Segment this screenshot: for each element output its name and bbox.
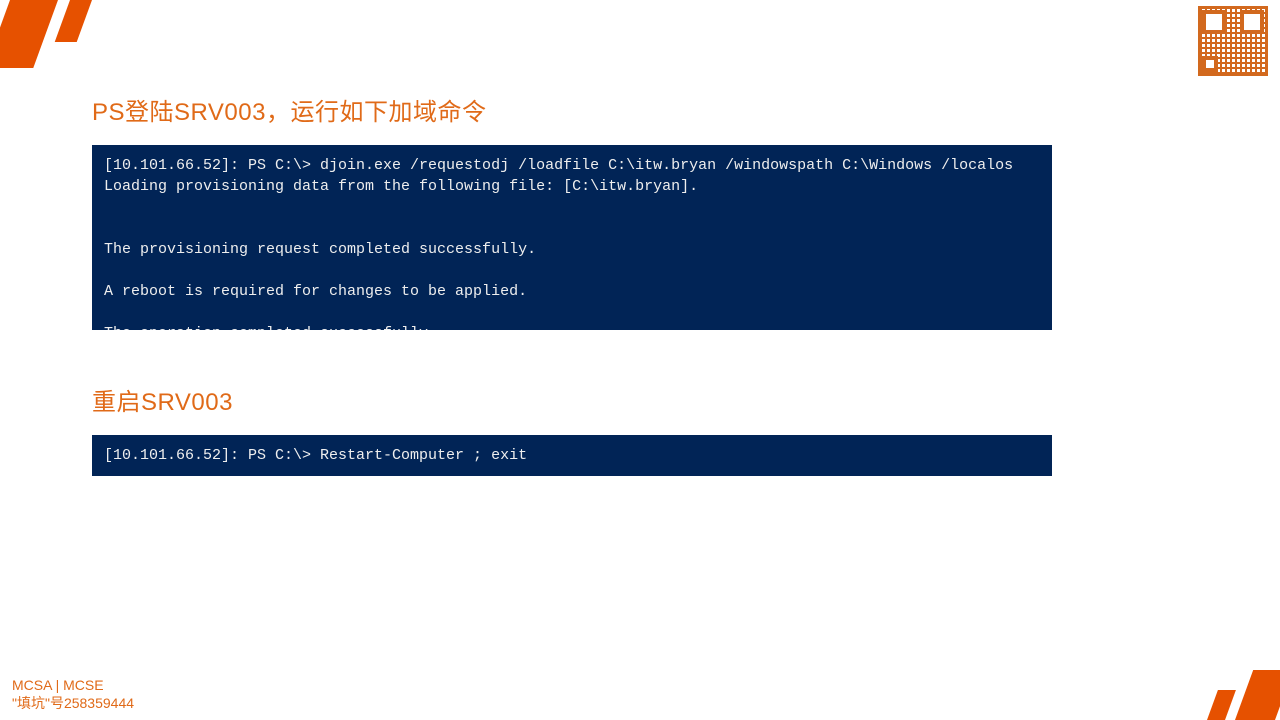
terminal-output-2: [10.101.66.52]: PS C:\> Restart-Computer… bbox=[92, 435, 1052, 476]
qr-code bbox=[1198, 6, 1268, 76]
footer-line-2: "填坑"号258359444 bbox=[12, 694, 134, 712]
heading-1: PS登陆SRV003，运行如下加域命令 bbox=[92, 92, 1052, 127]
logo-bottom-right bbox=[1195, 670, 1275, 720]
heading-2: 重启SRV003 bbox=[92, 382, 1052, 417]
footer-credits: MCSA | MCSE "填坑"号258359444 bbox=[12, 676, 134, 712]
footer-line-1: MCSA | MCSE bbox=[12, 676, 134, 694]
logo-top-left bbox=[10, 0, 100, 70]
terminal-output-1: [10.101.66.52]: PS C:\> djoin.exe /reque… bbox=[92, 145, 1052, 330]
slide-content: PS登陆SRV003，运行如下加域命令 [10.101.66.52]: PS C… bbox=[92, 92, 1052, 476]
